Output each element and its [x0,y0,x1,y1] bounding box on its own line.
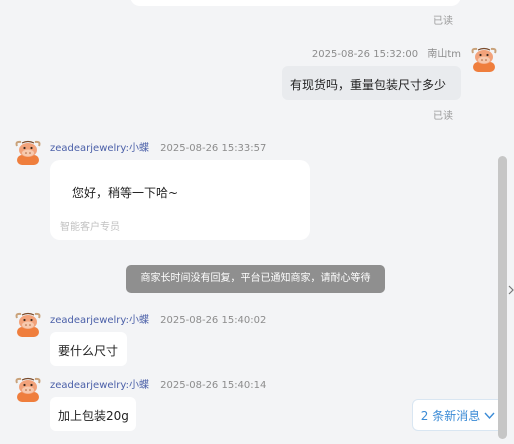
message-time: 2025-08-26 15:40:02 [160,315,267,326]
message-bubble: 加上包装20g [50,397,136,431]
message-text: 加上包装20g [58,409,129,423]
message-sub-label: 智能客户专员 [60,222,120,233]
message-time: 2025-08-26 15:40:14 [160,380,267,391]
avatar-icon[interactable] [470,44,498,72]
chevron-right-icon[interactable] [508,270,514,310]
chat-panel: 已读 2025-08-26 15:32:00 南山tm 有现货吗，重量包装尺寸多… [0,0,514,444]
message-text: 您好，稍等一下哈~ [72,186,179,200]
sender-name[interactable]: zeadearjewelry:小蝶 [50,380,149,391]
new-messages-button[interactable]: 2 条新消息 [412,399,504,431]
avatar-icon[interactable] [14,137,42,165]
scrollbar[interactable] [498,0,508,444]
message-bubble: 要什么尺寸 [50,332,127,366]
new-messages-label: 2 条新消息 [420,408,481,423]
message-meta: zeadearjewelry:小蝶 2025-08-26 15:33:57 [50,139,266,154]
avatar-icon[interactable] [14,309,42,337]
scrollbar-thumb[interactable] [498,156,507,439]
message-meta: zeadearjewelry:小蝶 2025-08-26 15:40:02 [50,311,266,326]
message-bubble: 有现货吗，重量包装尺寸多少 [282,66,461,100]
avatar-icon[interactable] [14,374,42,402]
read-status: 已读 [433,111,453,122]
message-text: 要什么尺寸 [58,344,119,358]
message-text: 有现货吗，重量包装尺寸多少 [290,78,447,92]
chevron-down-icon [484,412,495,419]
system-notice: 商家长时间没有回复，平台已通知商家，请耐心等待 [126,265,385,293]
message-time: 2025-08-26 15:32:00 [311,49,419,60]
message-time: 2025-08-26 15:33:57 [160,143,267,154]
previous-message-bubble [130,0,461,6]
message-meta: 2025-08-26 15:32:00 南山tm [312,45,461,60]
message-meta: zeadearjewelry:小蝶 2025-08-26 15:40:14 [50,376,266,391]
sender-name[interactable]: zeadearjewelry:小蝶 [50,315,149,326]
sender-name[interactable]: zeadearjewelry:小蝶 [50,143,149,154]
message-bubble: 您好，稍等一下哈~ 智能客户专员 [50,160,310,240]
read-status: 已读 [433,16,453,27]
sender-name: 南山tm [427,49,461,60]
